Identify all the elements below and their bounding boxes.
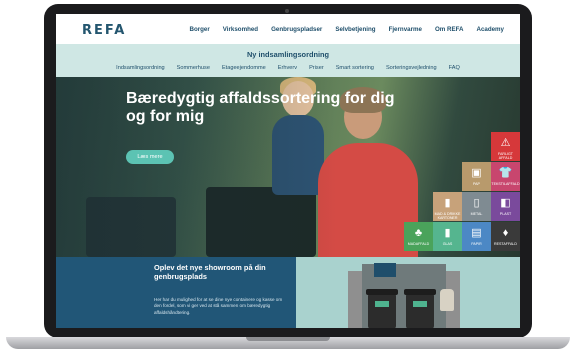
- nav-item-om-refa[interactable]: Om REFA: [435, 26, 464, 33]
- read-more-button[interactable]: Læs mere: [126, 150, 174, 164]
- top-header: REFA Borger Virksomhed Genbrugspladser S…: [56, 14, 520, 44]
- apple-icon: ♣: [414, 227, 423, 239]
- sub-navigation-bar: [56, 44, 520, 77]
- info-board-image: [374, 263, 396, 277]
- shirt-icon: 👕: [498, 167, 513, 179]
- main-navigation: Borger Virksomhed Genbrugspladser Selvbe…: [189, 26, 504, 33]
- showroom-title: Oplev det nye showroom på din genbrugspl…: [154, 263, 266, 281]
- tile-plast[interactable]: ◧ PLAST: [491, 192, 520, 221]
- carton-icon: ▮: [444, 197, 451, 209]
- nav-item-virksomhed[interactable]: Virksomhed: [223, 26, 258, 33]
- tile-madaffald[interactable]: ♣ MADAFFALD: [404, 222, 433, 251]
- paper-icon: ▤: [471, 227, 482, 239]
- camera-icon: [285, 9, 289, 13]
- subnav-item-indsamlingsordning[interactable]: Indsamlingsordning: [116, 65, 165, 71]
- nav-item-genbrugspladser[interactable]: Genbrugspladser: [271, 26, 322, 33]
- container-bin-right-image: [404, 289, 436, 328]
- bottle-icon: ◧: [500, 197, 511, 209]
- subnav-item-etageejendomme[interactable]: Etageejendomme: [222, 65, 266, 71]
- nav-item-selvbetjening[interactable]: Selvbetjening: [335, 26, 375, 33]
- tile-mad-drikke-kartoner[interactable]: ▮ MAD & DRIKKE KARTONER: [433, 192, 462, 221]
- can-icon: ▯: [473, 197, 480, 209]
- tile-papir[interactable]: ▤ PAPIR: [462, 222, 491, 251]
- subnav-item-sorteringsvejledning[interactable]: Sorteringsvejledning: [386, 65, 437, 71]
- sub-navigation-title[interactable]: Ny indsamlingsordning: [56, 50, 520, 59]
- subnav-item-priser[interactable]: Priser: [309, 65, 324, 71]
- tile-restaffald[interactable]: ♦ RESTAFFALD: [491, 222, 520, 251]
- tile-glas[interactable]: ▮ GLAS: [433, 222, 462, 251]
- tile-farligt-affald[interactable]: ⚠ FARLIGT AFFALD: [491, 132, 520, 161]
- subnav-item-sommerhuse[interactable]: Sommerhuse: [177, 65, 210, 71]
- hero-headline: Bæredygtig affaldssortering for dig og f…: [126, 90, 395, 125]
- browser-viewport: REFA Borger Virksomhed Genbrugspladser S…: [56, 14, 520, 328]
- nav-item-fjernvarme[interactable]: Fjernvarme: [389, 26, 422, 33]
- trash-bag-icon: ♦: [502, 227, 509, 239]
- refa-logo[interactable]: REFA: [82, 23, 126, 38]
- nav-item-borger[interactable]: Borger: [189, 26, 209, 33]
- subnav-item-erhverv[interactable]: Erhverv: [278, 65, 297, 71]
- tile-tekstilaffald[interactable]: 👕 TEKSTILAFFALD: [491, 162, 520, 191]
- tile-pap[interactable]: ▣ PAP: [462, 162, 491, 191]
- tile-metal[interactable]: ▯ METAL: [462, 192, 491, 221]
- subnav-item-faq[interactable]: FAQ: [449, 65, 460, 71]
- showroom-text: Her har du mulighed for at se dine nye c…: [154, 297, 283, 315]
- nav-item-academy[interactable]: Academy: [476, 26, 504, 33]
- laptop-notch: [246, 337, 330, 341]
- warning-icon: ⚠: [500, 137, 511, 149]
- waste-bag-image: [440, 289, 454, 311]
- box-icon: ▣: [471, 167, 482, 179]
- sub-navigation: Indsamlingsordning Sommerhuse Etageejend…: [56, 65, 520, 71]
- subnav-item-smart-sortering[interactable]: Smart sortering: [336, 65, 374, 71]
- glass-bottle-icon: ▮: [444, 227, 451, 239]
- container-bin-left-image: [366, 289, 398, 328]
